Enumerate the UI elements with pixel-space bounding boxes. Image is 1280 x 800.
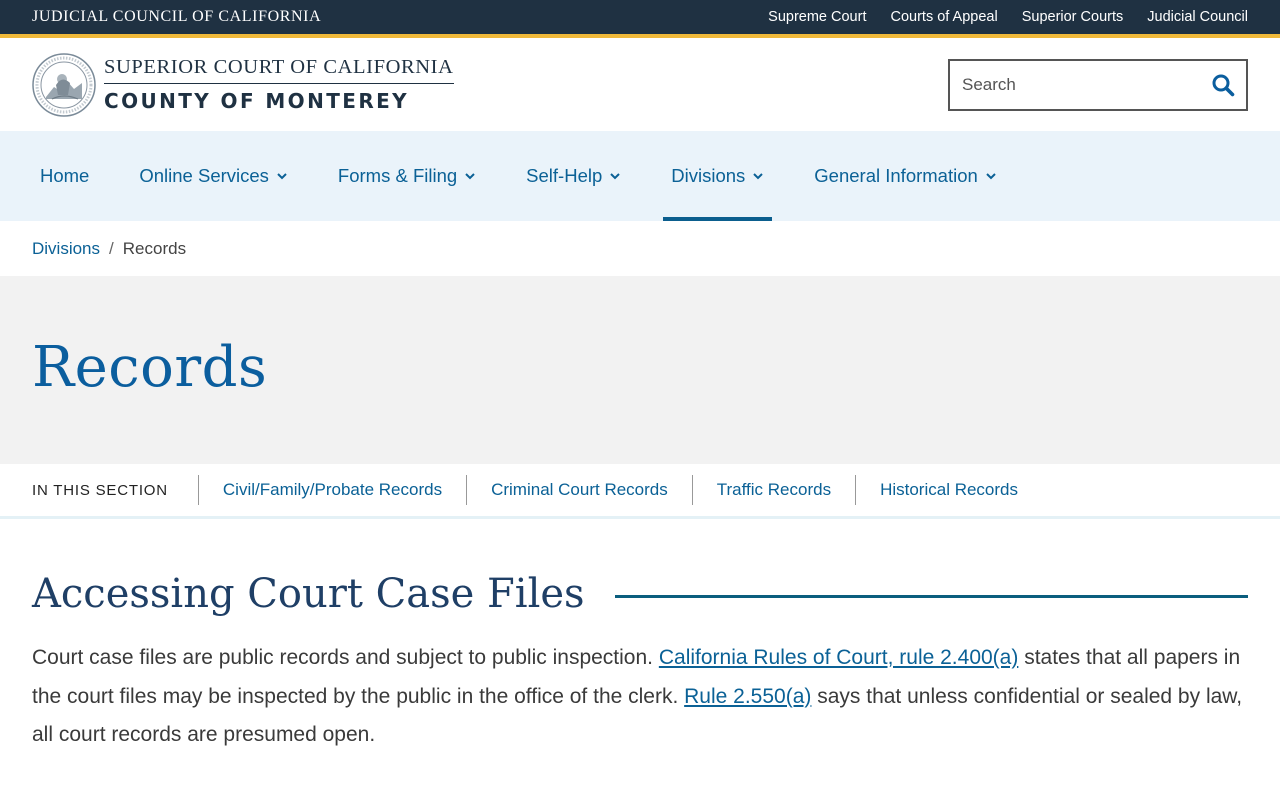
chevron-down-icon <box>610 173 620 180</box>
para-text-1: Court case files are public records and … <box>32 646 659 669</box>
logo-text: SUPERIOR COURT OF CALIFORNIA COUNTY OF M… <box>104 56 454 113</box>
page-hero: Records <box>0 276 1280 464</box>
judicial-council-brand[interactable]: JUDICIAL COUNCIL OF CALIFORNIA <box>32 8 321 26</box>
heading-rule <box>614 594 1248 598</box>
chevron-down-icon <box>277 173 287 180</box>
section-link-civil-family-probate[interactable]: Civil/Family/Probate Records <box>199 475 468 505</box>
search-box <box>948 58 1248 111</box>
nav-divisions-label: Divisions <box>671 165 746 186</box>
nav-online-services-label: Online Services <box>139 165 269 186</box>
logo-court-name: SUPERIOR COURT OF CALIFORNIA <box>104 56 454 84</box>
nav-divisions[interactable]: Divisions <box>663 131 773 221</box>
link-rule-2-400[interactable]: California Rules of Court, rule 2.400(a) <box>659 646 1019 669</box>
link-superior-courts[interactable]: Superior Courts <box>1022 9 1124 25</box>
section-label: IN THIS SECTION <box>32 475 199 505</box>
link-judicial-council[interactable]: Judicial Council <box>1147 9 1248 25</box>
chevron-down-icon <box>465 173 475 180</box>
site-logo[interactable]: SUPERIOR COURT OF CALIFORNIA COUNTY OF M… <box>32 52 454 117</box>
nav-general-information[interactable]: General Information <box>806 131 1005 221</box>
nav-home-label: Home <box>40 165 90 186</box>
main-content: Accessing Court Case Files Court case fi… <box>0 519 1280 755</box>
breadcrumb: Divisions / Records <box>0 221 1280 276</box>
link-rule-2-550[interactable]: Rule 2.550(a) <box>684 685 811 708</box>
court-seal-icon <box>32 52 96 117</box>
section-link-criminal[interactable]: Criminal Court Records <box>467 475 693 505</box>
site-header: SUPERIOR COURT OF CALIFORNIA COUNTY OF M… <box>0 38 1280 131</box>
link-courts-of-appeal[interactable]: Courts of Appeal <box>890 9 997 25</box>
breadcrumb-separator: / <box>109 238 114 258</box>
page-title: Records <box>32 334 268 400</box>
chevron-down-icon <box>986 173 996 180</box>
breadcrumb-divisions[interactable]: Divisions <box>32 239 100 259</box>
section-link-historical[interactable]: Historical Records <box>856 475 1042 505</box>
in-this-section-nav: IN THIS SECTION Civil/Family/Probate Rec… <box>0 464 1280 519</box>
search-input[interactable] <box>962 74 1210 95</box>
section-heading: Accessing Court Case Files <box>32 571 585 617</box>
breadcrumb-current: Records <box>122 238 187 258</box>
nav-forms-filing[interactable]: Forms & Filing <box>330 131 484 221</box>
utility-bar: JUDICIAL COUNCIL OF CALIFORNIA Supreme C… <box>0 0 1280 34</box>
search-icon[interactable] <box>1210 72 1236 98</box>
nav-online-services[interactable]: Online Services <box>131 131 296 221</box>
link-supreme-court[interactable]: Supreme Court <box>768 9 866 25</box>
chevron-down-icon <box>753 173 764 180</box>
section-link-traffic[interactable]: Traffic Records <box>693 475 857 505</box>
logo-county-name: COUNTY OF MONTEREY <box>104 89 410 113</box>
nav-home[interactable]: Home <box>32 131 97 221</box>
nav-general-information-label: General Information <box>814 165 978 186</box>
nav-forms-filing-label: Forms & Filing <box>337 165 458 186</box>
intro-paragraph: Court case files are public records and … <box>32 639 1248 755</box>
section-heading-row: Accessing Court Case Files <box>32 571 1248 617</box>
utility-links: Supreme Court Courts of Appeal Superior … <box>768 9 1248 25</box>
nav-self-help[interactable]: Self-Help <box>518 131 629 221</box>
nav-self-help-label: Self-Help <box>526 165 603 186</box>
main-navigation: Home Online Services Forms & Filing Self… <box>0 131 1280 221</box>
